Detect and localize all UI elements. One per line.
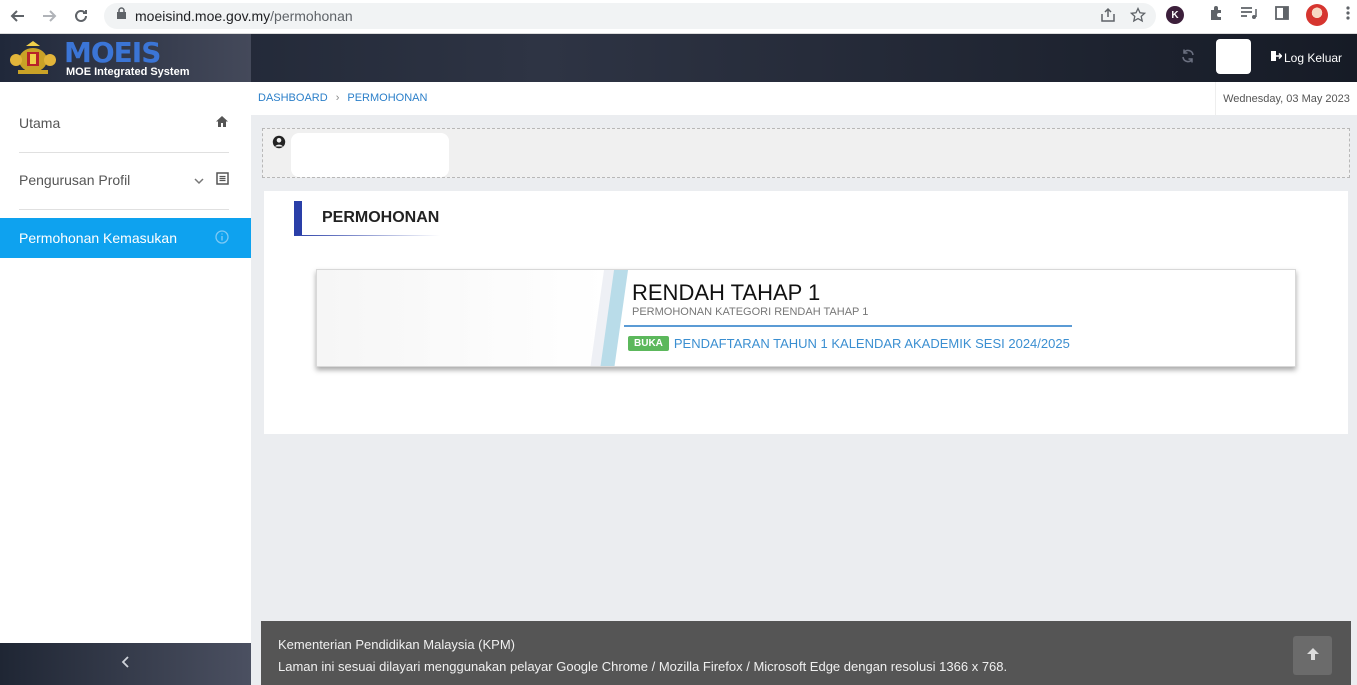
footer-org: Kementerian Pendidikan Malaysia (KPM): [278, 637, 515, 652]
user-info-box: [262, 128, 1350, 178]
brand[interactable]: MOEIS MOE Integrated System: [0, 34, 251, 82]
sidebar-item-label: Utama: [19, 115, 61, 131]
arrow-up-icon: [1306, 647, 1320, 664]
sidebar-item-label: Pengurusan Profil: [19, 172, 131, 188]
scroll-to-top-button[interactable]: [1293, 636, 1332, 675]
profile-list-icon: [216, 172, 229, 188]
home-icon: [215, 115, 229, 131]
breadcrumb-separator: ›: [335, 92, 340, 104]
current-date: Wednesday, 03 May 2023: [1215, 82, 1357, 115]
forward-icon[interactable]: [33, 1, 65, 31]
breadcrumb-bar: DASHBOARD › PERMOHONAN Wednesday, 03 May…: [251, 82, 1357, 115]
media-queue-icon[interactable]: [1240, 5, 1258, 26]
user-name-redacted: [291, 133, 449, 177]
tile-divider: [624, 325, 1072, 327]
profile-avatar[interactable]: [1306, 4, 1328, 26]
extension-tray: K: [1166, 4, 1350, 26]
sidebar: Utama Pengurusan Profil Permohonan Kemas…: [0, 82, 251, 643]
breadcrumb-permohonan[interactable]: PERMOHONAN: [347, 92, 427, 104]
registration-link[interactable]: BUKA PENDAFTARAN TAHUN 1 KALENDAR AKADEM…: [628, 336, 1070, 351]
sidebar-divider: [19, 209, 229, 210]
user-circle-icon: [272, 135, 286, 154]
sidebar-collapse-button[interactable]: [0, 643, 251, 685]
browser-toolbar: moeisind.moe.gov.my/permohonan K: [0, 0, 1357, 34]
status-badge: BUKA: [628, 336, 669, 351]
reload-icon[interactable]: [65, 1, 97, 31]
header-user-box[interactable]: [1216, 39, 1251, 74]
footer-browser-note: Laman ini sesuai dilayari menggunakan pe…: [278, 659, 1008, 674]
footer: Kementerian Pendidikan Malaysia (KPM) La…: [261, 621, 1351, 685]
bookmark-star-icon[interactable]: [1129, 6, 1147, 28]
more-vertical-icon[interactable]: [1346, 5, 1350, 26]
registration-link-text[interactable]: PENDAFTARAN TAHUN 1 KALENDAR AKADEMIK SE…: [674, 336, 1070, 351]
application-tile[interactable]: RENDAH TAHAP 1 PERMOHONAN KATEGORI RENDA…: [316, 269, 1296, 367]
tile-left-panel: [317, 270, 607, 366]
lock-icon: [116, 7, 127, 25]
sidebar-item-pengurusan-profil[interactable]: Pengurusan Profil: [0, 160, 251, 200]
tile-title: RENDAH TAHAP 1: [632, 280, 821, 305]
tile-subtitle: PERMOHONAN KATEGORI RENDAH TAHAP 1: [632, 306, 869, 318]
sidebar-item-permohonan-kemasukan[interactable]: Permohonan Kemasukan: [0, 218, 251, 258]
logout-icon: [1270, 50, 1283, 65]
info-icon: [215, 230, 229, 247]
breadcrumb-dashboard[interactable]: DASHBOARD: [258, 92, 328, 104]
chevron-down-icon: [194, 172, 204, 188]
sidebar-item-utama[interactable]: Utama: [0, 103, 251, 143]
address-bar[interactable]: moeisind.moe.gov.my/permohonan: [104, 3, 1156, 29]
moeis-logo: MOEIS: [64, 36, 161, 69]
puzzle-extensions-icon[interactable]: [1208, 5, 1224, 26]
side-panel-icon[interactable]: [1274, 5, 1290, 26]
malaysia-crest-icon: [10, 41, 56, 74]
back-icon[interactable]: [2, 1, 34, 31]
breadcrumb: DASHBOARD › PERMOHONAN: [258, 92, 427, 104]
app-header: MOEIS MOE Integrated System Log Keluar: [0, 34, 1357, 82]
url-path: /permohonan: [270, 8, 353, 24]
section-title: PERMOHONAN: [294, 201, 441, 236]
logout-label: Log Keluar: [1284, 50, 1343, 65]
sidebar-item-label: Permohonan Kemasukan: [19, 230, 177, 246]
url-host: moeisind.moe.gov.my: [135, 8, 271, 24]
main-card: PERMOHONAN RENDAH TAHAP 1 PERMOHONAN KAT…: [264, 191, 1348, 434]
k-extension-icon[interactable]: K: [1166, 6, 1184, 24]
sidebar-divider: [19, 152, 229, 153]
logout-button[interactable]: Log Keluar: [1270, 50, 1342, 65]
chevron-left-icon: [121, 655, 131, 674]
share-icon[interactable]: [1100, 7, 1116, 28]
moeis-subtitle: MOE Integrated System: [66, 66, 190, 78]
refresh-icon[interactable]: [1180, 48, 1196, 69]
